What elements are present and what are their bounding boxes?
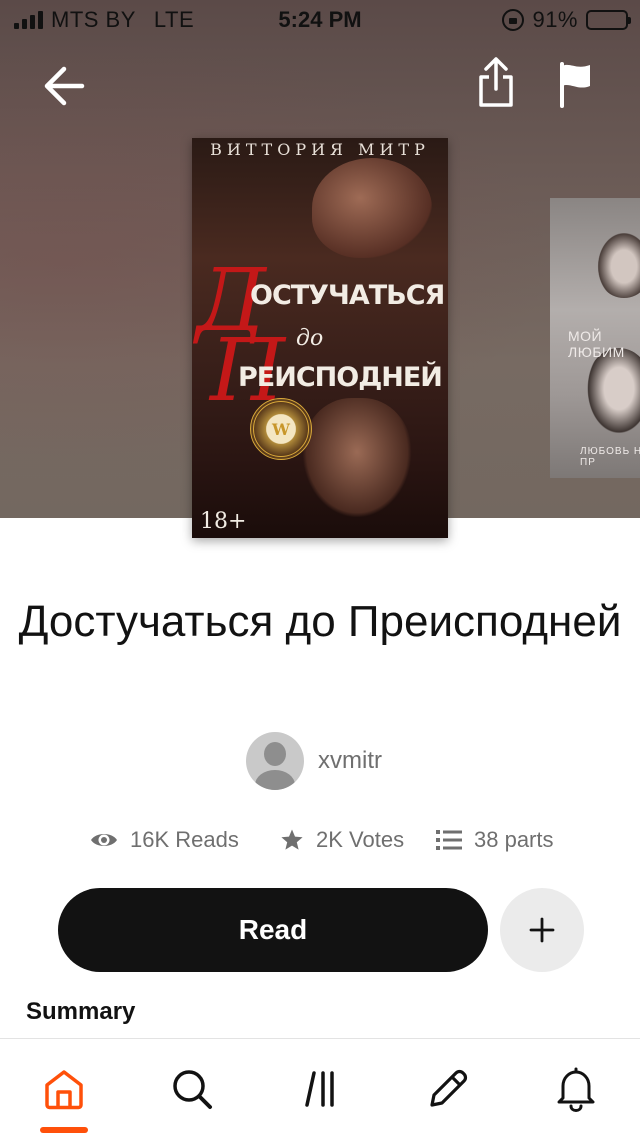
plus-icon	[529, 917, 555, 943]
tab-library[interactable]	[298, 1065, 346, 1113]
home-icon	[45, 1070, 83, 1110]
author-name: xvmitr	[318, 747, 382, 774]
search-icon	[173, 1070, 212, 1109]
carrier-name: MTS BY	[51, 7, 136, 32]
cover-author-line: ВИТТОРИЯ МИТР	[210, 140, 430, 159]
tab-write[interactable]	[424, 1065, 472, 1113]
network-type: LTE	[153, 7, 195, 32]
list-icon	[436, 830, 462, 850]
cover-age-rating: 18+	[200, 509, 247, 534]
arrow-left-icon	[44, 66, 85, 106]
tab-home[interactable]	[40, 1065, 88, 1113]
author-link[interactable]: xvmitr	[246, 732, 382, 790]
award-badge-icon: W	[250, 398, 312, 460]
reads-count: 16K Reads	[130, 827, 239, 852]
side-cover-text: МОЙ ЛЮБИМ	[568, 328, 625, 360]
add-to-library-button[interactable]	[500, 888, 584, 972]
bottom-tab-bar	[0, 1038, 640, 1136]
active-tab-indicator	[40, 1127, 88, 1133]
votes-count: 2K Votes	[316, 827, 405, 852]
side-cover-face-art	[594, 228, 640, 298]
report-button[interactable]	[550, 56, 602, 112]
share-button[interactable]	[470, 52, 522, 112]
side-cover-subtext: ЛЮБОВЬ НА ПР	[580, 446, 640, 468]
library-icon	[305, 1071, 334, 1107]
battery-percent: 91%	[532, 7, 578, 32]
cover-title-line3: РЕИСПОДНЕЙ	[238, 362, 443, 393]
status-bar-left: MTS BY LTE	[14, 7, 194, 33]
read-button[interactable]: Read	[58, 888, 488, 972]
eye-icon	[91, 834, 117, 846]
reads-stat: 16K Reads	[90, 822, 239, 858]
pencil-icon	[430, 1069, 468, 1107]
cover-title-line1: ОСТУЧАТЬСЯ	[250, 280, 445, 311]
book-cover[interactable]: ВИТТОРИЯ МИТР Д П ОСТУЧАТЬСЯ до РЕИСПОДН…	[192, 138, 448, 538]
side-cover-face-art-2	[584, 348, 640, 438]
battery-icon	[586, 10, 631, 30]
share-icon	[479, 57, 513, 107]
flag-icon	[560, 62, 590, 108]
parts-count: 38 parts	[474, 827, 554, 852]
bell-icon	[557, 1067, 595, 1112]
cover-art-bottom	[302, 398, 412, 518]
status-bar: MTS BY LTE 5:24 PM 91%	[0, 0, 640, 40]
author-avatar	[246, 732, 304, 790]
status-bar-right: 91%	[502, 7, 631, 33]
tab-notifications[interactable]	[552, 1065, 600, 1113]
next-book-cover[interactable]: МОЙ ЛЮБИМ ЛЮБОВЬ НА ПР	[550, 198, 640, 478]
summary-heading: Summary	[26, 998, 136, 1025]
book-stats: 16K Reads 2K Votes 38 parts	[0, 822, 640, 858]
votes-stat: 2K Votes	[280, 822, 404, 858]
cover-art-top	[312, 158, 432, 258]
rotation-lock-icon	[502, 9, 525, 31]
parts-stat: 38 parts	[436, 822, 554, 858]
book-title: Достучаться до Преисподней	[18, 597, 622, 646]
tab-search[interactable]	[168, 1065, 216, 1113]
back-button[interactable]	[36, 58, 92, 114]
star-icon	[281, 829, 303, 850]
signal-strength-icon	[14, 11, 43, 29]
cover-title-line2: до	[296, 326, 324, 351]
